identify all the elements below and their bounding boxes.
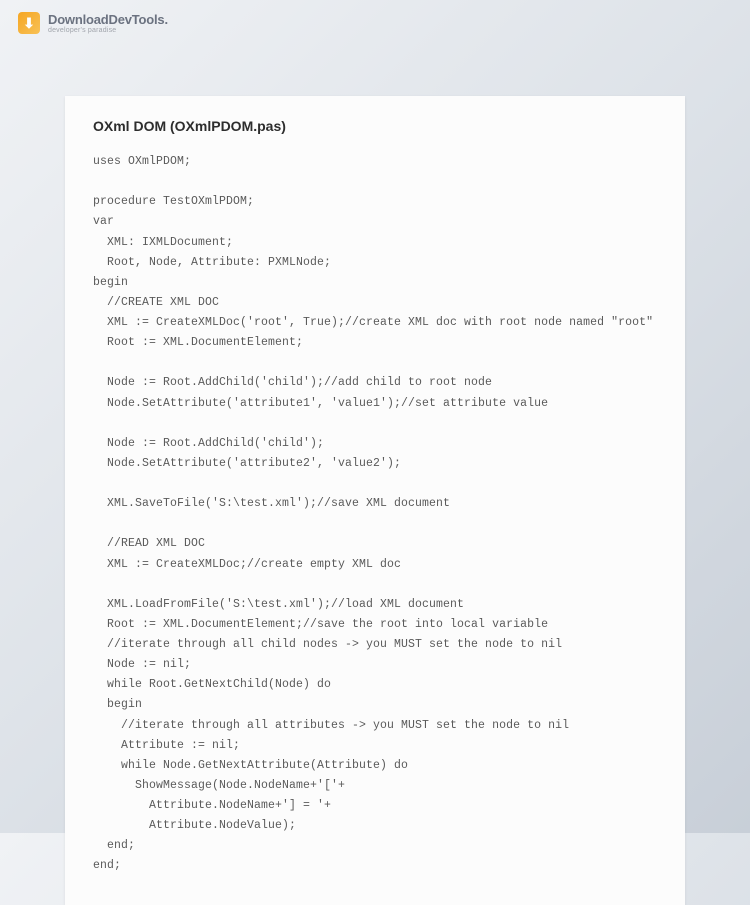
brand-wrap: DownloadDevTools. developer's paradise — [48, 13, 168, 34]
download-icon: ⬇ — [18, 12, 40, 34]
code-card: OXml DOM (OXmlPDOM.pas) uses OXmlPDOM; p… — [65, 96, 685, 905]
code-content: uses OXmlPDOM; procedure TestOXmlPDOM; v… — [93, 152, 657, 877]
brand-text: DownloadDevTools. — [48, 13, 168, 26]
card-title: OXml DOM (OXmlPDOM.pas) — [93, 118, 657, 134]
page-header: ⬇ DownloadDevTools. developer's paradise — [0, 0, 750, 46]
logo-glyph: ⬇ — [23, 15, 35, 32]
brand-tagline: developer's paradise — [48, 27, 168, 34]
